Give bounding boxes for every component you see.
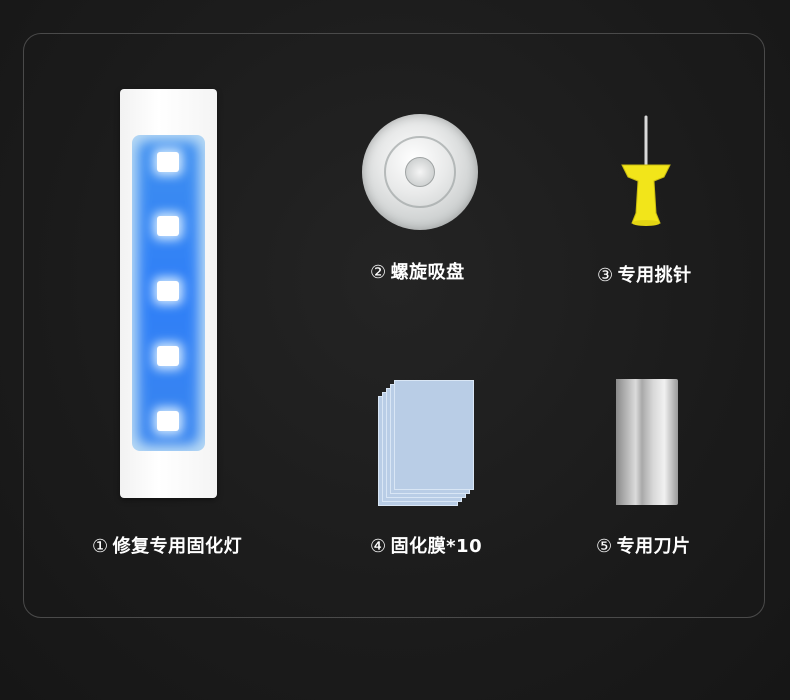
led xyxy=(157,216,179,236)
item-label-film: ④ 固化膜*10 xyxy=(370,532,482,558)
cup-center xyxy=(405,157,435,187)
item-number: ③ xyxy=(597,265,614,286)
film-sheet xyxy=(394,380,474,490)
item-name: 修复专用固化灯 xyxy=(112,536,243,557)
blade-edge xyxy=(616,379,636,505)
lamp-window xyxy=(132,135,205,451)
blade-image xyxy=(616,379,678,505)
led xyxy=(157,281,179,301)
item-label-suction-cup: ② 螺旋吸盘 xyxy=(370,258,465,284)
push-pin-image xyxy=(618,115,674,230)
item-number: ④ xyxy=(370,536,387,557)
item-name: 专用刀片 xyxy=(616,536,691,557)
led xyxy=(157,411,179,431)
item-number: ② xyxy=(370,262,387,283)
item-label-blade: ⑤ 专用刀片 xyxy=(596,532,691,558)
item-label-push-pin: ③ 专用挑针 xyxy=(597,261,692,287)
item-name: 专用挑针 xyxy=(617,265,692,286)
curing-film-image xyxy=(376,378,476,506)
led xyxy=(157,346,179,366)
led xyxy=(157,152,179,172)
page: ① 修复专用固化灯 ② 螺旋吸盘 ③ 专用挑针 ④ 固化膜*10 ⑤ 专用刀片 xyxy=(0,0,790,700)
item-number: ① xyxy=(92,536,109,557)
suction-cup-image xyxy=(362,114,478,230)
uv-lamp-image xyxy=(120,89,217,498)
item-label-lamp: ① 修复专用固化灯 xyxy=(92,532,242,558)
item-name: 螺旋吸盘 xyxy=(390,262,465,283)
push-pin-icon xyxy=(621,115,671,226)
item-number: ⑤ xyxy=(596,536,613,557)
item-name: 固化膜*10 xyxy=(390,536,483,557)
